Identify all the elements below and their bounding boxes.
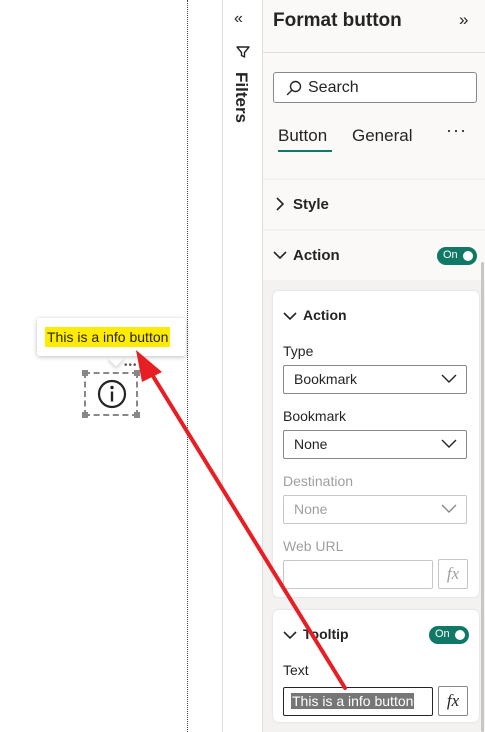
action-card: Action Type Bookmark Bookmark None Desti… xyxy=(273,291,479,597)
format-pane: Format button » Button General ··· Style… xyxy=(263,0,485,732)
format-pane-scrollbar[interactable] xyxy=(481,262,484,732)
tooltip-text-value: This is a info button xyxy=(291,693,415,709)
search-icon xyxy=(286,80,302,96)
search-input[interactable] xyxy=(308,77,468,99)
tooltip-text-label: Text xyxy=(283,662,309,678)
filters-pane-collapsed[interactable]: « Filters xyxy=(222,0,263,732)
pane-title: Format button xyxy=(273,10,402,31)
chevron-down-icon xyxy=(273,251,287,260)
web-url-input xyxy=(283,560,433,589)
bookmark-dropdown[interactable]: None xyxy=(283,430,467,459)
page-boundary-line xyxy=(187,0,188,732)
search-box[interactable] xyxy=(273,72,477,103)
action-toggle[interactable]: On xyxy=(437,247,477,265)
info-icon[interactable] xyxy=(97,378,127,410)
tooltip-fx-button[interactable]: fx xyxy=(438,686,468,716)
filters-label[interactable]: Filters xyxy=(231,72,251,123)
type-label: Type xyxy=(283,343,314,359)
chevron-down-icon[interactable] xyxy=(283,311,297,321)
resize-handle[interactable] xyxy=(82,412,88,418)
web-url-fx-button: fx xyxy=(438,559,468,589)
report-canvas[interactable]: This is a info button ••• xyxy=(0,0,222,732)
tab-button[interactable]: Button xyxy=(278,126,327,146)
resize-handle[interactable] xyxy=(134,412,140,418)
info-button-visual[interactable] xyxy=(82,370,140,418)
section-action[interactable]: Action On xyxy=(263,231,485,280)
resize-handle[interactable] xyxy=(82,370,88,376)
expand-pane-icon[interactable]: » xyxy=(459,10,468,30)
tooltip-text: This is a info button xyxy=(45,327,171,347)
action-card-title: Action xyxy=(303,307,347,323)
tab-selected-indicator xyxy=(278,150,332,152)
toggle-state-text: On xyxy=(443,249,458,261)
section-action-label: Action xyxy=(293,247,340,264)
destination-label: Destination xyxy=(283,473,354,489)
toggle-knob xyxy=(455,630,465,640)
destination-value: None xyxy=(294,501,328,517)
toggle-knob xyxy=(463,251,473,261)
tooltip-card: Tooltip On Text This is a info button fx xyxy=(273,610,479,722)
section-style[interactable]: Style xyxy=(263,180,485,229)
web-url-label: Web URL xyxy=(283,538,344,554)
filter-funnel-icon xyxy=(236,46,250,58)
tab-general[interactable]: General xyxy=(352,126,412,146)
more-options-icon[interactable]: ··· xyxy=(446,120,467,141)
chevron-down-icon xyxy=(441,439,457,448)
type-dropdown[interactable]: Bookmark xyxy=(283,365,467,394)
type-value: Bookmark xyxy=(294,371,358,387)
tooltip-card-title: Tooltip xyxy=(303,626,349,642)
button-tooltip: This is a info button xyxy=(37,318,186,356)
section-style-label: Style xyxy=(293,196,329,213)
chevron-down-icon[interactable] xyxy=(283,630,297,640)
divider xyxy=(263,52,485,53)
destination-dropdown: None xyxy=(283,495,467,524)
bookmark-label: Bookmark xyxy=(283,408,347,424)
chevron-right-icon xyxy=(276,197,285,211)
collapse-filters-icon[interactable]: « xyxy=(234,10,243,28)
tooltip-toggle[interactable]: On xyxy=(429,626,469,644)
format-pane-header: Format button » Button General ··· xyxy=(263,0,485,178)
bookmark-value: None xyxy=(294,436,328,452)
chevron-down-icon xyxy=(441,504,457,513)
chevron-down-icon xyxy=(441,374,457,383)
resize-handle[interactable] xyxy=(134,370,140,376)
toggle-state-text: On xyxy=(435,628,450,640)
tooltip-text-input[interactable]: This is a info button xyxy=(283,687,433,716)
